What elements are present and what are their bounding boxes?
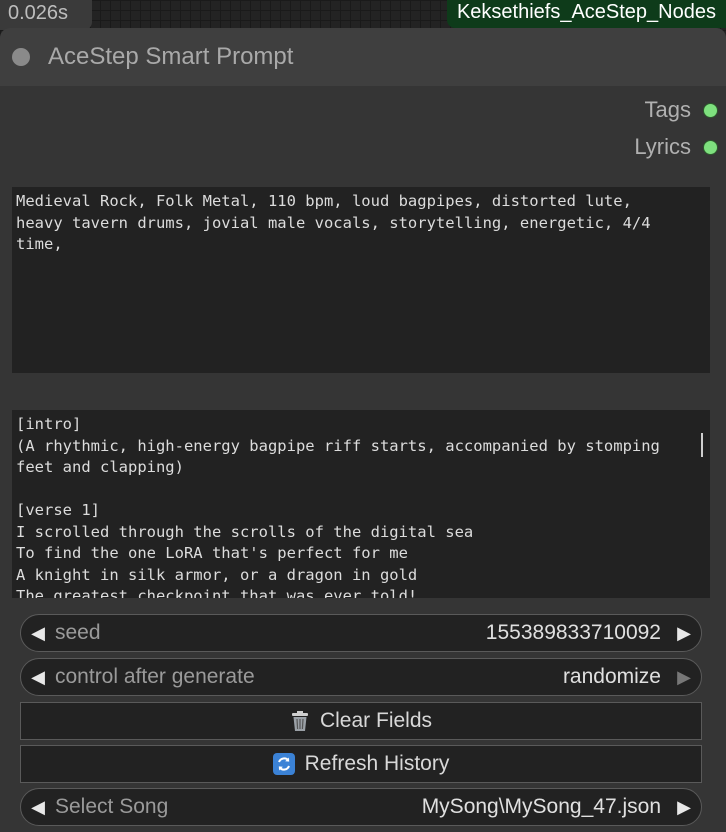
output-lyrics: Lyrics: [634, 133, 718, 161]
output-lyrics-slot[interactable]: [703, 139, 718, 155]
song-next-arrow-icon[interactable]: ▶: [667, 797, 701, 818]
node-header[interactable]: AceStep Smart Prompt: [0, 28, 726, 86]
control-after-generate-widget[interactable]: ◀ control after generate randomize ▶: [20, 658, 702, 696]
clear-fields-label: Clear Fields: [319, 709, 433, 732]
output-tags-slot[interactable]: [703, 102, 718, 118]
clear-fields-button[interactable]: Clear Fields: [20, 702, 702, 740]
seed-label: seed: [55, 621, 101, 644]
control-after-generate-label: control after generate: [55, 665, 255, 688]
seed-increment-arrow-icon[interactable]: ▶: [667, 623, 701, 644]
collapse-dot-icon[interactable]: [12, 48, 30, 66]
node-title: AceStep Smart Prompt: [48, 43, 294, 70]
output-tags-label: Tags: [644, 97, 691, 122]
control-prev-arrow-icon[interactable]: ◀: [21, 667, 55, 688]
seed-widget[interactable]: ◀ seed 155389833710092 ▶: [20, 614, 702, 652]
refresh-icon: [272, 753, 295, 775]
select-song-label: Select Song: [55, 795, 169, 818]
trash-icon: [290, 710, 310, 732]
execution-time-badge: 0.026s: [0, 0, 92, 30]
refresh-history-label: Refresh History: [304, 752, 450, 775]
text-cursor: [701, 433, 703, 457]
output-tags: Tags: [645, 96, 718, 124]
graph-canvas[interactable]: 0.026s Keksethiefs_AceStep_Nodes AceStep…: [0, 0, 726, 832]
control-after-generate-value[interactable]: randomize: [563, 665, 667, 689]
node-pack-badge: Keksethiefs_AceStep_Nodes: [446, 0, 726, 28]
select-song-value[interactable]: MySong\MySong_47.json: [422, 795, 667, 819]
song-prev-arrow-icon[interactable]: ◀: [21, 797, 55, 818]
output-lyrics-label: Lyrics: [634, 134, 691, 159]
refresh-history-button[interactable]: Refresh History: [20, 745, 702, 783]
select-song-widget[interactable]: ◀ Select Song MySong\MySong_47.json ▶: [20, 788, 702, 826]
lyrics-textarea[interactable]: [intro] (A rhythmic, high-energy bagpipe…: [12, 410, 710, 598]
tags-textarea[interactable]: Medieval Rock, Folk Metal, 110 bpm, loud…: [12, 187, 710, 373]
seed-value[interactable]: 155389833710092: [486, 621, 667, 645]
control-next-arrow-icon[interactable]: ▶: [667, 667, 701, 688]
seed-decrement-arrow-icon[interactable]: ◀: [21, 623, 55, 644]
